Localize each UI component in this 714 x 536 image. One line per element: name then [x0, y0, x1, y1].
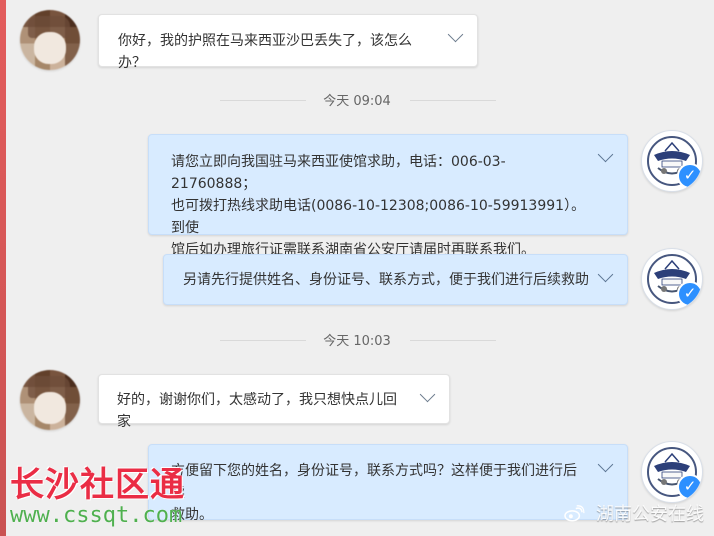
- police-avatar: ✓: [641, 441, 703, 503]
- user-avatar: [20, 370, 80, 430]
- message-bubble-user-1: 你好，我的护照在马来西亚沙巴丢失了，该怎么办？: [98, 14, 478, 71]
- divider-line-right: [410, 99, 496, 101]
- chevron-down-icon[interactable]: [597, 146, 614, 163]
- timestamp: 今天 10:03: [315, 334, 399, 349]
- left-accent-bar: [0, 0, 6, 536]
- timestamp: 今天 09:04: [315, 94, 399, 109]
- divider-line-right: [410, 339, 496, 341]
- message-text-police-2: 另请先行提供姓名、身份证号、联系方式，便于我们进行后续救助: [183, 272, 589, 288]
- message-bubble-user-2: 好的，谢谢你们，太感动了，我只想快点儿回家: [98, 374, 450, 430]
- message-bubble-police-1: 请您立即向我国驻马来西亚使馆求助，电话：006-03-21760888； 也可拨…: [148, 134, 628, 258]
- message-bubble-police-2: 另请先行提供姓名、身份证号、联系方式，便于我们进行后续救助: [163, 254, 628, 305]
- verified-badge-icon: ✓: [677, 281, 702, 307]
- verified-badge-icon: ✓: [677, 474, 702, 500]
- user-avatar: [20, 10, 80, 70]
- time-divider-1003: 今天 10:03: [0, 330, 714, 349]
- message-bubble-police-3: 方便留下您的姓名，身份证号，联系方式吗？这样便于我们进行后续 救助。: [148, 444, 628, 523]
- police-avatar: ✓: [641, 248, 703, 310]
- chevron-down-icon[interactable]: [597, 456, 614, 473]
- time-divider-0904: 今天 09:04: [0, 90, 714, 109]
- message-text-user-2: 好的，谢谢你们，太感动了，我只想快点儿回家: [117, 392, 397, 430]
- verified-badge-icon: ✓: [677, 163, 702, 189]
- chevron-down-icon[interactable]: [419, 386, 436, 403]
- message-text-police-3: 方便留下您的姓名，身份证号，联系方式吗？这样便于我们进行后续 救助。: [171, 463, 577, 523]
- message-text-user-1: 你好，我的护照在马来西亚沙巴丢失了，该怎么办？: [118, 33, 412, 71]
- divider-line-left: [220, 99, 306, 101]
- chevron-down-icon[interactable]: [447, 26, 464, 43]
- divider-line-left: [220, 339, 306, 341]
- chat-view: 你好，我的护照在马来西亚沙巴丢失了，该怎么办？ 今天 09:04 请您立即向我国…: [0, 0, 714, 536]
- message-text-police-1: 请您立即向我国驻马来西亚使馆求助，电话：006-03-21760888； 也可拨…: [171, 154, 586, 258]
- chevron-down-icon[interactable]: [597, 266, 614, 283]
- police-avatar: ✓: [641, 130, 703, 192]
